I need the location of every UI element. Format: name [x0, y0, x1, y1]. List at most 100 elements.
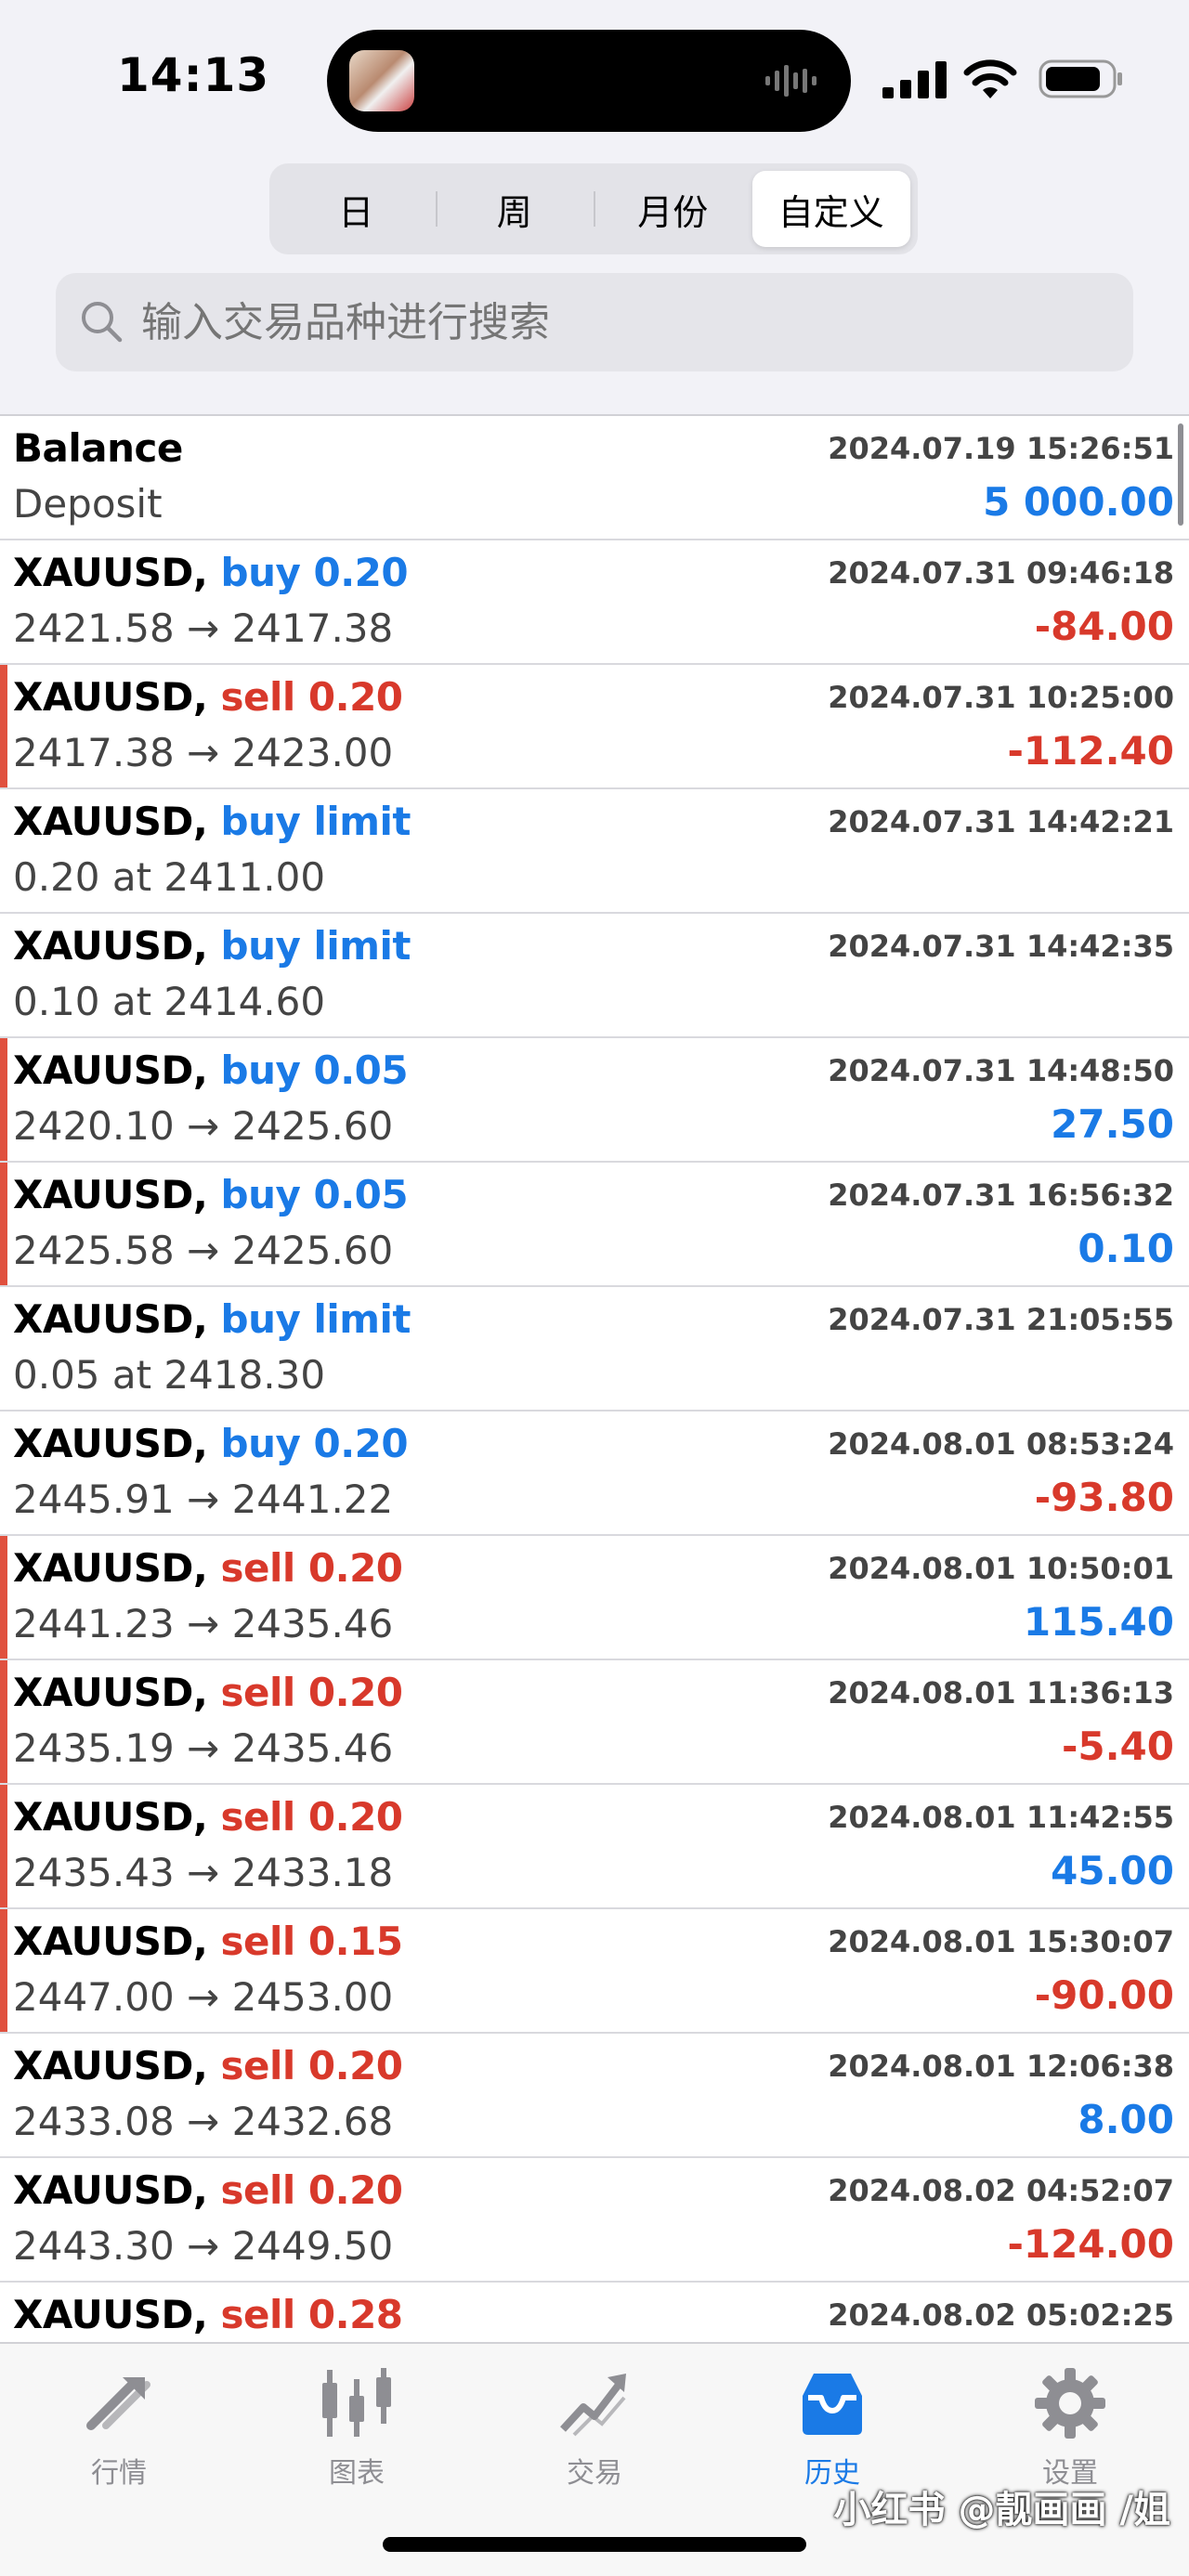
- dynamic-island[interactable]: [327, 30, 851, 132]
- history-row[interactable]: XAUUSD, sell 0.20 2024.08.01 12:06:38 2433…: [0, 2034, 1189, 2158]
- history-row[interactable]: XAUUSD, buy 0.05 2024.07.31 14:48:50 2420.…: [0, 1038, 1189, 1163]
- trade-direction: sell 0.20: [220, 674, 404, 720]
- period-month[interactable]: 月份: [594, 171, 752, 247]
- history-row[interactable]: XAUUSD, buy limit 2024.07.31 14:42:21 0.20…: [0, 789, 1189, 914]
- symbol: XAUUSD,: [13, 1794, 208, 1840]
- history-row[interactable]: XAUUSD, sell 0.20 2024.08.01 11:42:55 2435…: [0, 1785, 1189, 1909]
- tab-chart[interactable]: 图表: [273, 2364, 440, 2491]
- history-row[interactable]: XAUUSD, sell 0.20 2024.08.01 11:36:13 2435…: [0, 1660, 1189, 1785]
- symbol: XAUUSD,: [13, 2167, 208, 2213]
- history-row[interactable]: XAUUSD, sell 0.20 2024.08.01 10:50:01 2441…: [0, 1536, 1189, 1660]
- trade-direction: sell 0.28: [220, 2292, 404, 2337]
- battery-icon: [1039, 59, 1122, 98]
- timestamp: 2024.08.01 12:06:38: [828, 2049, 1174, 2084]
- profit-value: -90.00: [1034, 1972, 1174, 2018]
- symbol: Balance: [13, 425, 183, 471]
- symbol: XAUUSD,: [13, 799, 208, 844]
- history-row[interactable]: XAUUSD, sell 0.20 2024.08.02 04:52:07 2443…: [0, 2158, 1189, 2283]
- timestamp: 2024.07.31 14:42:21: [828, 804, 1174, 839]
- symbol: XAUUSD,: [13, 1919, 208, 1964]
- timestamp: 2024.08.01 11:36:13: [828, 1675, 1174, 1711]
- symbol-line: XAUUSD, buy 0.05: [13, 1047, 409, 1093]
- now-playing-artwork: [349, 50, 414, 111]
- tab-label: 行情: [91, 2457, 147, 2490]
- trade-direction: sell 0.20: [220, 1670, 404, 1715]
- history-row[interactable]: XAUUSD, buy 0.05 2024.07.31 16:56:32 2425.…: [0, 1163, 1189, 1287]
- chart-icon: [322, 2368, 391, 2437]
- symbol-line: XAUUSD, buy limit: [13, 1296, 411, 1342]
- trade-direction: buy limit: [220, 799, 412, 844]
- history-row[interactable]: Balance 2024.07.19 15:26:51 Deposit 5 000.…: [0, 416, 1189, 540]
- symbol: XAUUSD,: [13, 1421, 208, 1466]
- timestamp: 2024.08.02 05:02:25: [828, 2297, 1174, 2333]
- history-row[interactable]: XAUUSD, sell 0.20 2024.07.31 10:25:00 2417…: [0, 665, 1189, 789]
- price-detail: 2421.58 → 2417.38: [13, 605, 394, 651]
- symbol: XAUUSD,: [13, 1670, 208, 1715]
- timestamp: 2024.08.01 11:42:55: [828, 1800, 1174, 1835]
- price-detail: 0.20 at 2411.00: [13, 854, 326, 900]
- trade-direction: buy 0.05: [220, 1047, 409, 1093]
- history-row[interactable]: XAUUSD, sell 0.15 2024.08.01 15:30:07 2447…: [0, 1909, 1189, 2034]
- price-detail: 2433.08 → 2432.68: [13, 2099, 394, 2144]
- search-bar[interactable]: [56, 273, 1133, 371]
- timestamp: 2024.08.01 15:30:07: [828, 1924, 1174, 1959]
- symbol-line: XAUUSD, sell 0.20: [13, 2167, 403, 2213]
- history-list[interactable]: Balance 2024.07.19 15:26:51 Deposit 5 000.…: [0, 414, 1189, 2342]
- symbol-line: XAUUSD, sell 0.20: [13, 1670, 403, 1715]
- period-segmented-control: 日 周 月份 自定义: [269, 163, 918, 254]
- timestamp: 2024.07.31 09:46:18: [828, 555, 1174, 591]
- symbol-line: Balance: [13, 425, 183, 471]
- period-day[interactable]: 日: [277, 171, 436, 247]
- price-detail: 2435.43 → 2433.18: [13, 1850, 394, 1895]
- symbol: XAUUSD,: [13, 2292, 208, 2337]
- price-detail: 0.05 at 2418.30: [13, 1352, 326, 1398]
- watermark: 小红书 @靓画画 /姐: [833, 2489, 1170, 2531]
- symbol-line: XAUUSD, sell 0.20: [13, 2043, 403, 2088]
- tab-settings[interactable]: 设置: [986, 2364, 1154, 2491]
- trade-direction: buy 0.20: [220, 550, 409, 595]
- history-row[interactable]: XAUUSD, buy 0.20 2024.08.01 08:53:24 2445.…: [0, 1412, 1189, 1536]
- wifi-icon: [963, 59, 1017, 98]
- trade-direction: sell 0.20: [220, 1545, 404, 1591]
- profit-value: -84.00: [1034, 604, 1174, 649]
- symbol: XAUUSD,: [13, 674, 208, 720]
- cellular-signal-icon: [882, 61, 947, 98]
- status-bar: 14:13: [0, 0, 1189, 158]
- trade-direction: sell 0.15: [220, 1919, 404, 1964]
- symbol: XAUUSD,: [13, 1296, 208, 1342]
- symbol: XAUUSD,: [13, 923, 208, 969]
- scrollbar[interactable]: [1178, 423, 1183, 526]
- tab-label: 图表: [329, 2457, 385, 2490]
- symbol-line: XAUUSD, buy 0.20: [13, 550, 409, 595]
- trade-direction: buy 0.20: [220, 1421, 409, 1466]
- period-custom[interactable]: 自定义: [751, 171, 910, 247]
- timestamp: 2024.07.31 14:42:35: [828, 929, 1174, 964]
- profit-value: 115.40: [1023, 1599, 1174, 1645]
- history-row[interactable]: XAUUSD, buy 0.20 2024.07.31 09:46:18 2421.…: [0, 540, 1189, 665]
- history-row[interactable]: XAUUSD, sell 0.28 2024.08.02 05:02:25: [0, 2283, 1189, 2342]
- price-detail: 2435.19 → 2435.46: [13, 1725, 394, 1771]
- tab-label: 交易: [567, 2457, 622, 2490]
- timestamp: 2024.08.01 08:53:24: [828, 1426, 1174, 1462]
- timestamp: 2024.07.31 16:56:32: [828, 1177, 1174, 1213]
- history-icon: [803, 2374, 862, 2435]
- trade-direction: buy 0.05: [220, 1172, 409, 1217]
- search-input[interactable]: [141, 298, 1070, 346]
- price-detail: Deposit: [13, 481, 163, 527]
- history-row[interactable]: XAUUSD, buy limit 2024.07.31 14:42:35 0.10…: [0, 914, 1189, 1038]
- period-week[interactable]: 周: [435, 171, 594, 247]
- tab-quotes[interactable]: 行情: [35, 2364, 203, 2491]
- home-indicator[interactable]: [383, 2537, 806, 2552]
- clock: 14:13: [117, 48, 270, 102]
- tab-history[interactable]: 历史: [749, 2364, 916, 2491]
- timestamp: 2024.08.02 04:52:07: [828, 2173, 1174, 2208]
- timestamp: 2024.08.01 10:50:01: [828, 1551, 1174, 1586]
- history-row[interactable]: XAUUSD, buy limit 2024.07.31 21:05:55 0.05…: [0, 1287, 1189, 1412]
- timestamp: 2024.07.31 21:05:55: [828, 1302, 1174, 1337]
- price-detail: 2445.91 → 2441.22: [13, 1477, 394, 1522]
- audio-waveform-icon: [765, 65, 817, 97]
- tab-trade[interactable]: 交易: [511, 2364, 678, 2491]
- timestamp: 2024.07.31 10:25:00: [828, 680, 1174, 715]
- quotes-icon: [86, 2377, 150, 2430]
- symbol-line: XAUUSD, sell 0.20: [13, 1794, 403, 1840]
